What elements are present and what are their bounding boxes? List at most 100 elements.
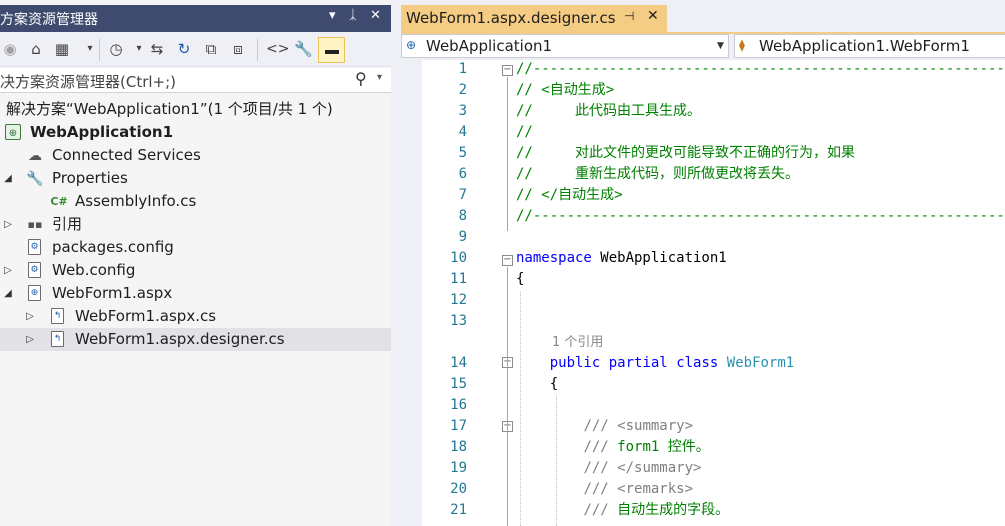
back-icon[interactable]: ◉ bbox=[2, 38, 18, 60]
properties-wrench-icon[interactable]: 🔧 bbox=[294, 38, 313, 60]
tree-item-packages-config[interactable]: ⚙ packages.config bbox=[0, 236, 391, 259]
tree-item-solution[interactable]: 解决方案“WebApplication1”(1 个项目/共 1 个) bbox=[0, 98, 391, 121]
preview-selected-items-button[interactable] bbox=[318, 37, 345, 63]
code-line[interactable]: // 此代码由工具生成。 bbox=[516, 101, 701, 122]
tree-item-webform1-aspx-cs[interactable]: ▷ ↰ WebForm1.aspx.cs bbox=[0, 305, 391, 328]
code-token: // </自动生成> bbox=[516, 187, 623, 203]
tree-item-assemblyinfo[interactable]: C# AssemblyInfo.cs bbox=[0, 190, 391, 213]
tree-item-project[interactable]: ⊕ WebApplication1 bbox=[0, 121, 391, 144]
code-line[interactable]: /// </summary> bbox=[516, 458, 701, 479]
view-code-icon[interactable]: <> bbox=[266, 38, 289, 60]
code-area[interactable]: 123456789101112131415161718192021 −−−− /… bbox=[401, 60, 1005, 526]
code-line[interactable]: //--------------------------------------… bbox=[516, 206, 1005, 227]
expanded-arrow-icon[interactable]: ◢ bbox=[2, 167, 14, 190]
outline-region-line bbox=[507, 77, 508, 231]
document-tab-active[interactable]: WebForm1.aspx.designer.cs ⊣ ✕ bbox=[401, 5, 667, 32]
window-menu-icon[interactable]: ▾ bbox=[329, 8, 336, 23]
toolbar-separator bbox=[257, 39, 258, 61]
tree-item-label: WebForm1.aspx.designer.cs bbox=[75, 330, 285, 348]
line-number: 12 bbox=[450, 292, 467, 308]
search-options-dropdown-icon[interactable]: ▾ bbox=[377, 72, 382, 83]
code-token: /// <remarks> bbox=[583, 481, 694, 497]
tree-item-web-config[interactable]: ▷ ⚙ Web.config bbox=[0, 259, 391, 282]
tree-item-webform1-aspx[interactable]: ◢ ⊕ WebForm1.aspx bbox=[0, 282, 391, 305]
collapse-region-icon[interactable]: − bbox=[502, 65, 513, 76]
code-line[interactable]: public partial class WebForm1 bbox=[516, 353, 795, 374]
code-line[interactable]: /// <remarks> bbox=[516, 479, 693, 500]
tree-item-label: Properties bbox=[52, 169, 128, 187]
collapsed-arrow-icon[interactable]: ▷ bbox=[2, 213, 14, 236]
indicator-margin bbox=[401, 60, 422, 526]
expanded-arrow-icon[interactable]: ◢ bbox=[2, 282, 14, 305]
switch-views-icon[interactable]: ▦ bbox=[54, 38, 70, 60]
collapse-all-icon[interactable]: ⧉ bbox=[203, 38, 219, 60]
line-number: 9 bbox=[458, 229, 467, 245]
code-line[interactable]: /// form1 控件。 bbox=[516, 437, 709, 458]
search-icon[interactable]: ⚲ bbox=[355, 69, 367, 88]
code-lens-references[interactable]: 1 个引用 bbox=[552, 332, 603, 353]
close-tab-icon[interactable]: ✕ bbox=[647, 8, 659, 24]
toolbar-separator bbox=[99, 39, 100, 61]
show-all-files-icon[interactable]: ⧈ bbox=[230, 38, 246, 60]
line-number: 10 bbox=[450, 250, 467, 266]
code-token: namespace bbox=[516, 250, 592, 266]
solution-explorer-title: 方案资源管理器 bbox=[0, 12, 98, 28]
panel-splitter[interactable] bbox=[391, 0, 401, 526]
sync-with-document-icon[interactable]: ⇆ bbox=[149, 38, 165, 60]
pin-tab-icon[interactable]: ⊣ bbox=[624, 9, 634, 23]
code-editor-panel: WebForm1.aspx.designer.cs ⊣ ✕ ⊕ WebAppli… bbox=[401, 0, 1005, 526]
class-dropdown[interactable]: ⧫ WebApplication1.WebForm1 bbox=[734, 34, 1005, 58]
solution-explorer-search[interactable]: 决方案资源管理器(Ctrl+;) ⚲ ▾ bbox=[0, 68, 391, 93]
tree-item-connected-services[interactable]: ☁ Connected Services bbox=[0, 144, 391, 167]
code-token: public bbox=[549, 355, 601, 371]
refresh-icon[interactable]: ↻ bbox=[176, 38, 192, 60]
collapsed-arrow-icon[interactable]: ▷ bbox=[24, 305, 36, 328]
web-project-icon: ⊕ bbox=[5, 124, 21, 140]
code-line[interactable]: namespace WebApplication1 bbox=[516, 248, 727, 269]
tree-item-properties[interactable]: ◢ 🔧 Properties bbox=[0, 167, 391, 190]
chevron-down-icon[interactable]: ▼ bbox=[717, 41, 724, 51]
code-token: WebApplication1 bbox=[591, 250, 727, 266]
code-token: /// <summary> bbox=[583, 418, 694, 434]
project-dropdown-value: WebApplication1 bbox=[426, 37, 553, 55]
code-line[interactable]: { bbox=[516, 374, 558, 395]
code-line[interactable]: { bbox=[516, 269, 524, 290]
pin-icon[interactable]: ᛣ bbox=[349, 8, 357, 23]
code-line[interactable]: // 重新生成代码，则所做更改将丢失。 bbox=[516, 164, 799, 185]
collapsed-arrow-icon[interactable]: ▷ bbox=[24, 328, 36, 351]
filter-dropdown-icon[interactable]: ▾ bbox=[131, 38, 147, 60]
home-icon[interactable]: ⌂ bbox=[28, 38, 44, 60]
code-line[interactable]: // <自动生成> bbox=[516, 80, 614, 101]
line-number: 13 bbox=[450, 313, 467, 329]
web-project-icon: ⊕ bbox=[406, 38, 417, 52]
collapsed-arrow-icon[interactable]: ▷ bbox=[2, 259, 14, 282]
line-number: 8 bbox=[458, 208, 467, 224]
project-dropdown[interactable]: ⊕ WebApplication1 ▼ bbox=[401, 34, 729, 58]
code-line[interactable]: /// <summary> bbox=[516, 416, 693, 437]
search-input[interactable]: 决方案资源管理器(Ctrl+;) bbox=[0, 71, 176, 92]
code-token: // <自动生成> bbox=[516, 82, 615, 98]
pending-changes-filter-icon[interactable]: ◷ bbox=[108, 38, 124, 60]
tree-item-references[interactable]: ▷ ▪▪ 引用 bbox=[0, 213, 391, 236]
switch-views-dropdown-icon[interactable]: ▾ bbox=[82, 38, 98, 60]
code-line[interactable]: //--------------------------------------… bbox=[516, 60, 1005, 80]
wrench-icon: 🔧 bbox=[26, 171, 44, 187]
close-panel-icon[interactable]: ✕ bbox=[370, 8, 381, 23]
line-number: 5 bbox=[458, 145, 467, 161]
collapse-region-icon[interactable]: − bbox=[502, 255, 513, 266]
code-token: partial bbox=[608, 355, 668, 371]
code-line[interactable]: // 对此文件的更改可能导致不正确的行为，如果 bbox=[516, 143, 855, 164]
code-line[interactable]: // bbox=[516, 122, 533, 143]
tree-item-webform1-designer-cs[interactable]: ▷ ↰ WebForm1.aspx.designer.cs bbox=[0, 328, 391, 351]
code-line[interactable]: /// 自动生成的字段。 bbox=[516, 500, 729, 521]
code-token: WebForm1 bbox=[726, 355, 795, 371]
code-line[interactable]: // </自动生成> bbox=[516, 185, 623, 206]
code-token: { bbox=[516, 271, 525, 287]
tree-item-label: WebForm1.aspx bbox=[52, 284, 173, 302]
references-icon: ▪▪ bbox=[27, 218, 43, 231]
line-number: 2 bbox=[458, 82, 467, 98]
line-number: 4 bbox=[458, 124, 467, 140]
